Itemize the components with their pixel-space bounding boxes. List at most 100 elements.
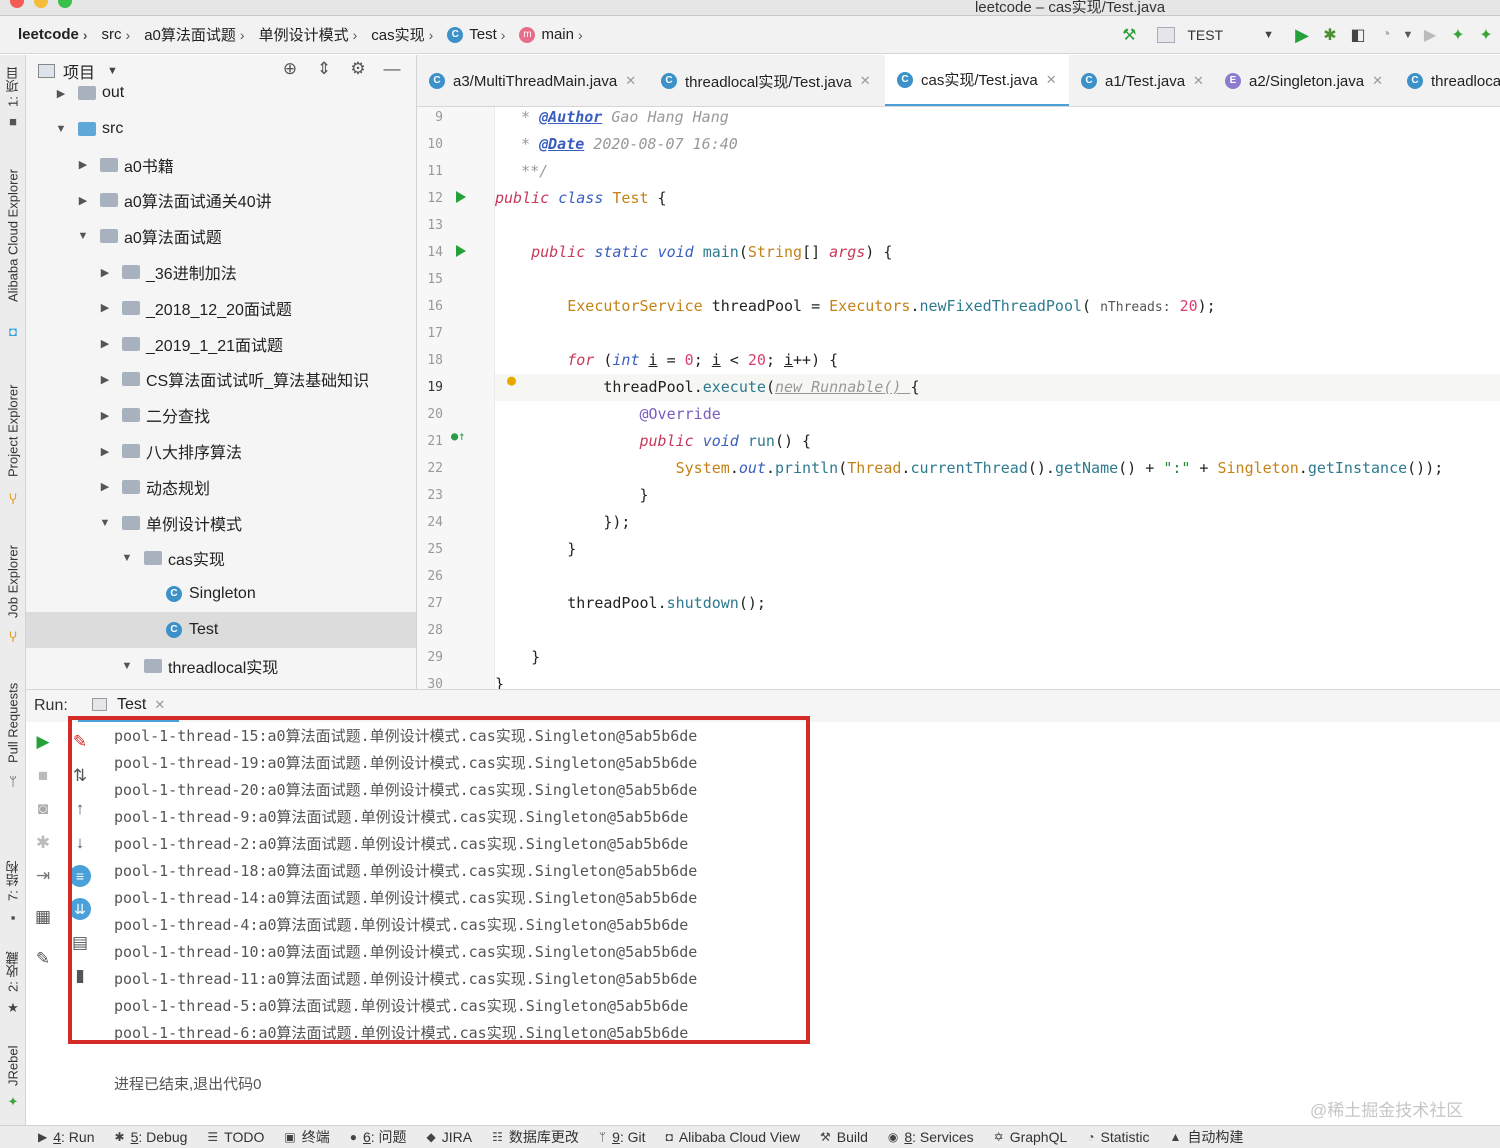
tree-item[interactable]: ▼ a0算法面试题 <box>26 218 416 254</box>
tree-item[interactable]: ▶ 二分查找 <box>26 397 416 433</box>
tree-item[interactable]: ▶ out <box>26 75 416 111</box>
close-icon[interactable]: ✕ <box>154 697 165 713</box>
tool-tab-structure[interactable]: 7: 结构 <box>0 855 26 907</box>
jrebel-run-icon[interactable]: ✦ <box>1444 21 1472 49</box>
breadcrumb-item[interactable]: a0算法面试题 › <box>144 24 252 45</box>
close-tab-icon[interactable]: ✕ <box>1372 73 1383 89</box>
code-editor[interactable]: 9 10 11 12 13 14 15 16 17 18 19 20 21 22 23 24 25 26 27 28 2… <box>417 107 1500 689</box>
tool-tab-project[interactable]: 1: 项目 <box>0 63 26 111</box>
run-main-gutter-icon[interactable] <box>456 245 466 257</box>
close-tab-icon[interactable]: ✕ <box>860 73 871 89</box>
breadcrumb-item[interactable]: src › <box>102 26 139 43</box>
statusbar-item[interactable]: ● 6: 问题 <box>350 1127 407 1147</box>
editor-tab-label: threadloca <box>1431 72 1500 90</box>
statusbar-item[interactable]: ▲ 自动构建 <box>1170 1127 1244 1147</box>
build-hammer-icon[interactable]: ⚒ <box>1115 21 1143 49</box>
expand-down-icon[interactable]: ▼ <box>76 230 90 242</box>
editor-tab[interactable]: Ea2/Singleton.java ✕ <box>1213 55 1395 106</box>
breadcrumb-item[interactable]: C Test › <box>447 26 513 43</box>
breadcrumb-item[interactable]: leetcode › <box>18 26 96 43</box>
statusbar-item[interactable]: ▣ 终端 <box>284 1127 329 1147</box>
statusbar-item[interactable]: ▶ 4: Run <box>38 1129 95 1145</box>
run-configuration-select[interactable]: TEST ▼ <box>1149 22 1282 48</box>
editor-tab[interactable]: Ca1/Test.java ✕ <box>1069 55 1213 106</box>
tree-item[interactable]: ▶ CS算法面试试听_算法基础知识 <box>26 361 416 397</box>
tree-item[interactable]: ▶ 八大排序算法 <box>26 433 416 469</box>
project-panel: 项目 ▼ ⊕ ⇕ ⚙ — ▶ out ▼ src ▶ a0书籍 ▶ a0算法面试通关40讲 ▼ a… <box>26 55 417 689</box>
profile-dropdown-icon[interactable]: ▼ <box>1400 21 1416 49</box>
editor-tab[interactable]: Ccas实现/Test.java ✕ <box>885 55 1069 106</box>
statusbar-item[interactable]: ☰ TODO <box>207 1129 264 1145</box>
editor-tab-label: a1/Test.java <box>1105 72 1186 90</box>
editor-tab[interactable]: Cthreadlocal实现/Test.java ✕ <box>649 55 885 106</box>
expand-down-icon[interactable]: ▼ <box>98 517 112 529</box>
expand-right-icon[interactable]: ▶ <box>98 301 112 314</box>
tool-tab-job-explorer[interactable]: Job Explorer <box>0 537 26 627</box>
tree-item[interactable]: ▶ _2019_1_21面试题 <box>26 326 416 362</box>
statusbar-item[interactable]: ☷ 数据库更改 <box>492 1127 579 1147</box>
tree-item[interactable]: ▼ 单例设计模式 <box>26 505 416 541</box>
close-tab-icon[interactable]: ✕ <box>1193 73 1204 89</box>
breadcrumb-item[interactable]: cas实现 › <box>371 24 441 45</box>
statusbar-item[interactable]: ✡ GraphQL <box>994 1129 1068 1145</box>
tool-tab-pull-requests[interactable]: Pull Requests <box>0 675 26 771</box>
expand-right-icon[interactable]: ▶ <box>76 158 90 171</box>
tree-item[interactable]: ▶ a0算法面试通关40讲 <box>26 182 416 218</box>
layout-icon[interactable]: ▦ <box>32 906 54 928</box>
run-icon[interactable]: ▶ <box>1288 21 1316 49</box>
class-icon: C <box>429 73 445 89</box>
breadcrumb-item[interactable]: 单例设计模式 › <box>259 24 366 45</box>
tool-tab-jrebel[interactable]: JRebel <box>0 1039 26 1093</box>
settings-bug-icon[interactable]: ✱ <box>32 832 54 854</box>
tree-item[interactable]: ▶ _2018_12_20面试题 <box>26 290 416 326</box>
debug-bug-icon[interactable]: ✱ <box>1316 21 1344 49</box>
statusbar-item[interactable]: ◉ 8: Services <box>888 1129 974 1145</box>
tool-tab-favorites[interactable]: 2: 收藏 <box>0 947 26 997</box>
tree-item[interactable]: ▶ _36进制加法 <box>26 254 416 290</box>
expand-down-icon[interactable]: ▼ <box>120 660 134 672</box>
lightbulb-icon[interactable]: ● <box>507 371 516 389</box>
expand-right-icon[interactable]: ▶ <box>98 373 112 386</box>
tree-item[interactable]: ▼ cas实现 <box>26 540 416 576</box>
expand-right-icon[interactable]: ▶ <box>98 445 112 458</box>
close-tab-icon[interactable]: ✕ <box>1046 72 1057 88</box>
profile-icon[interactable]: ◔ <box>1372 21 1400 49</box>
tree-item[interactable]: ▶ a0书籍 <box>26 147 416 183</box>
tool-tab-project-explorer[interactable]: Project Explorer <box>0 375 26 487</box>
statusbar-item[interactable]: ◔ Statistic <box>1087 1129 1149 1145</box>
editor-tab[interactable]: Ca3/MultiThreadMain.java ✕ <box>417 55 649 106</box>
statusbar-item[interactable]: ᛘ9: Git <box>599 1129 646 1145</box>
rerun-icon[interactable]: ▶ <box>32 731 54 753</box>
tree-item[interactable]: ▼ threadlocal实现 <box>26 648 416 684</box>
jrebel-debug-icon[interactable]: ✦ <box>1472 21 1500 49</box>
coverage-icon[interactable]: ◧ <box>1344 21 1372 49</box>
pin-icon[interactable]: ✎ <box>32 948 54 970</box>
statusbar-item[interactable]: ◆ JIRA <box>427 1129 473 1145</box>
expand-right-icon[interactable]: ▶ <box>98 480 112 493</box>
camera-icon[interactable]: ◙ <box>32 798 54 820</box>
run-class-gutter-icon[interactable] <box>456 191 466 203</box>
tree-item[interactable]: ▶ 动态规划 <box>26 469 416 505</box>
close-tab-icon[interactable]: ✕ <box>625 73 636 89</box>
statusbar-item[interactable]: ◘ Alibaba Cloud View <box>666 1129 800 1145</box>
tool-tab-alibaba-cloud-explorer[interactable]: Alibaba Cloud Explorer <box>0 155 26 317</box>
expand-down-icon[interactable]: ▼ <box>54 123 68 135</box>
override-gutter-icon[interactable]: ●↑ <box>451 429 465 443</box>
tree-item[interactable]: C Test <box>26 612 416 648</box>
method-icon: m <box>519 26 536 43</box>
expand-right-icon[interactable]: ▶ <box>98 409 112 422</box>
expand-right-icon[interactable]: ▶ <box>98 337 112 350</box>
tree-item[interactable]: C Singleton <box>26 576 416 612</box>
expand-down-icon[interactable]: ▼ <box>120 552 134 564</box>
editor-tab[interactable]: Cthreadloca <box>1395 55 1500 106</box>
expand-right-icon[interactable]: ▶ <box>98 266 112 279</box>
statusbar-item[interactable]: ⚒ Build <box>820 1129 868 1145</box>
expand-right-icon[interactable]: ▶ <box>54 87 68 100</box>
statusbar-item[interactable]: ✱ 5: Debug <box>115 1129 188 1145</box>
stop-disabled-icon: ▶ <box>1423 27 1437 44</box>
tree-item[interactable]: ▼ src <box>26 111 416 147</box>
expand-right-icon[interactable]: ▶ <box>76 194 90 207</box>
exit-icon[interactable]: ⇥ <box>32 865 54 887</box>
breadcrumb-item[interactable]: m main › <box>519 26 590 43</box>
folder-icon <box>122 515 140 530</box>
